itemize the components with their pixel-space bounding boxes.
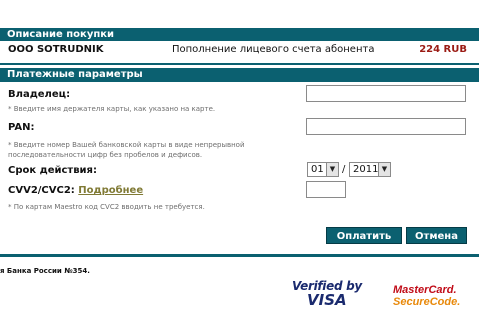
cancel-button[interactable]: Отмена: [406, 227, 467, 244]
expiry-year-value: 2011: [353, 164, 379, 175]
purchase-amount: 224 RUB: [419, 44, 467, 55]
section-divider: [0, 63, 479, 65]
cvv-hint: * По картам Maestro код CVC2 вводить не …: [8, 203, 205, 211]
expiry-month-select[interactable]: 01 ▼: [307, 162, 339, 177]
pan-input[interactable]: [306, 118, 466, 135]
purchase-row: OOO SOTRUDNIK Пополнение лицевого счета …: [0, 43, 479, 57]
owner-input[interactable]: [306, 85, 466, 102]
purchase-section-header: Описание покупки: [0, 28, 479, 41]
pan-hint-line2: последовательности цифр без пробелов и д…: [8, 151, 203, 159]
payment-section-header: Платежные параметры: [0, 68, 479, 82]
pan-hint-line1: * Введите номер Вашей банковской карты в…: [8, 141, 245, 149]
expiry-separator: /: [342, 164, 346, 175]
cvv-more-link[interactable]: Подробнее: [78, 185, 143, 196]
pan-label: PAN:: [8, 122, 35, 133]
purchase-description: Пополнение лицевого счета абонента: [172, 44, 375, 55]
merchant-name: OOO SOTRUDNIK: [8, 44, 104, 55]
expiry-label: Срок действия:: [8, 165, 97, 176]
mastercard-securecode-logo: MasterCard. SecureCode.: [393, 284, 461, 309]
form-bottom-divider: [0, 254, 479, 257]
owner-hint: * Введите имя держателя карты, как указа…: [8, 105, 216, 113]
verified-by-visa-logo: Verified by VISA: [292, 279, 362, 309]
cvv-label-row: CVV2/CVC2: Подробнее: [8, 184, 143, 197]
cvv-input[interactable]: [306, 181, 346, 198]
footer-license-text: я Банка России №354.: [0, 267, 90, 275]
pay-button[interactable]: Оплатить: [326, 227, 402, 244]
dropdown-arrow-icon[interactable]: ▼: [378, 163, 390, 176]
dropdown-arrow-icon[interactable]: ▼: [326, 163, 338, 176]
owner-label: Владелец:: [8, 89, 71, 100]
expiry-year-select[interactable]: 2011 ▼: [349, 162, 391, 177]
cvv-label: CVV2/CVC2:: [8, 185, 75, 196]
expiry-month-value: 01: [311, 164, 324, 175]
